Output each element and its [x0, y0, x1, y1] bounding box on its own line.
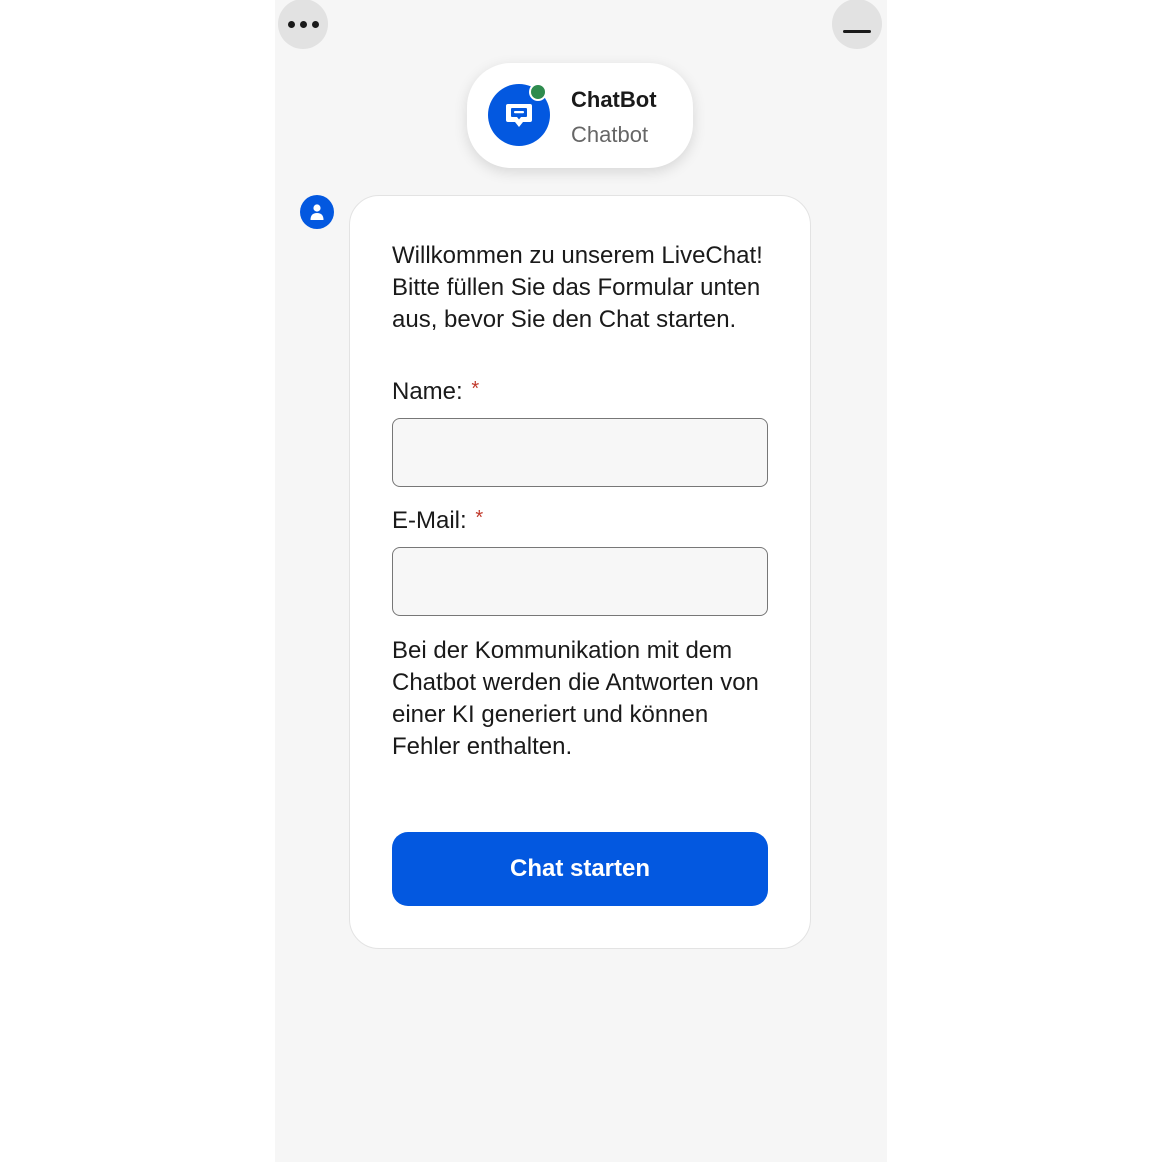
ai-disclaimer-text: Bei der Kommunikation mit dem Chatbot we…	[392, 637, 759, 760]
chat-widget-panel: ChatBot Chatbot Willkommen zu unserem Li…	[275, 0, 887, 1162]
welcome-message: Willkommen zu unserem LiveChat! Bitte fü…	[392, 242, 763, 333]
email-field-label: E-Mail: *	[392, 507, 483, 535]
online-status-indicator	[529, 83, 547, 101]
more-horizontal-icon	[287, 20, 319, 28]
chat-bubble-icon	[506, 104, 532, 127]
agent-header-card: ChatBot Chatbot	[467, 63, 693, 168]
email-input[interactable]	[392, 547, 768, 616]
minimize-icon	[843, 29, 871, 33]
name-field-label: Name: *	[392, 378, 479, 406]
agent-name: ChatBot	[571, 87, 657, 112]
user-icon	[310, 204, 324, 220]
required-marker: *	[475, 507, 484, 529]
start-chat-button[interactable]: Chat starten	[392, 832, 768, 906]
agent-role: Chatbot	[571, 122, 649, 147]
menu-button[interactable]	[278, 0, 328, 49]
minimize-button[interactable]	[832, 0, 882, 49]
name-input[interactable]	[392, 418, 768, 487]
email-label-text: E-Mail:	[392, 507, 467, 534]
prechat-form-card: Willkommen zu unserem LiveChat! Bitte fü…	[349, 195, 811, 949]
message-avatar	[300, 195, 334, 229]
required-marker: *	[471, 378, 480, 400]
name-label-text: Name:	[392, 378, 463, 405]
